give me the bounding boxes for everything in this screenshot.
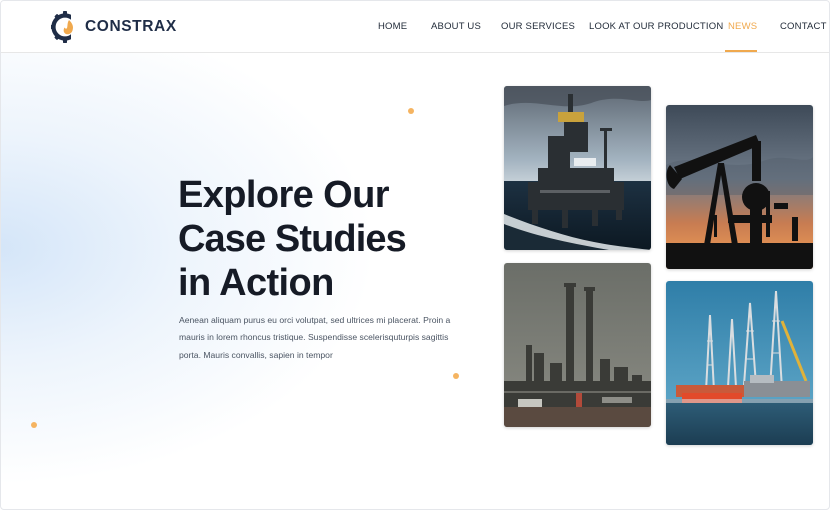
nav-item-news[interactable]: NEWS bbox=[728, 21, 757, 32]
page-frame: CONSTRAX HOME ABOUT US OUR SERVICES LOOK… bbox=[0, 0, 830, 510]
decorative-dot bbox=[453, 373, 459, 379]
oil-pumpjack-image[interactable] bbox=[666, 105, 813, 269]
hero-title-line-1: Explore Our bbox=[178, 174, 390, 216]
hero-description: Aenean aliquam purus eu orci volutpat, s… bbox=[179, 315, 451, 360]
refinery-smokestacks-image[interactable] bbox=[504, 263, 651, 427]
decorative-dot bbox=[408, 108, 414, 114]
nav-item-look-at-our-production[interactable]: LOOK AT OUR PRODUCTION bbox=[589, 21, 723, 32]
nav-item-home[interactable]: HOME bbox=[378, 21, 407, 32]
nav-item-contact[interactable]: CONTACT bbox=[780, 21, 827, 32]
offshore-platform-image[interactable] bbox=[504, 86, 651, 250]
hero-title-line-2: Case Studies bbox=[178, 218, 407, 260]
active-nav-indicator bbox=[725, 50, 757, 52]
nav-item-about-us[interactable]: ABOUT US bbox=[431, 21, 481, 32]
hero-title-line-3: in Action bbox=[178, 262, 334, 304]
nav-item-our-services[interactable]: OUR SERVICES bbox=[501, 21, 575, 32]
site-header: CONSTRAX HOME ABOUT US OUR SERVICES LOOK… bbox=[1, 1, 829, 53]
decorative-dot bbox=[31, 422, 37, 428]
drilling-rigs-image[interactable] bbox=[666, 281, 813, 445]
hero-title: Explore Our Case Studies in Action bbox=[178, 173, 478, 305]
main-nav: HOME ABOUT US OUR SERVICES LOOK AT OUR P… bbox=[1, 1, 829, 53]
